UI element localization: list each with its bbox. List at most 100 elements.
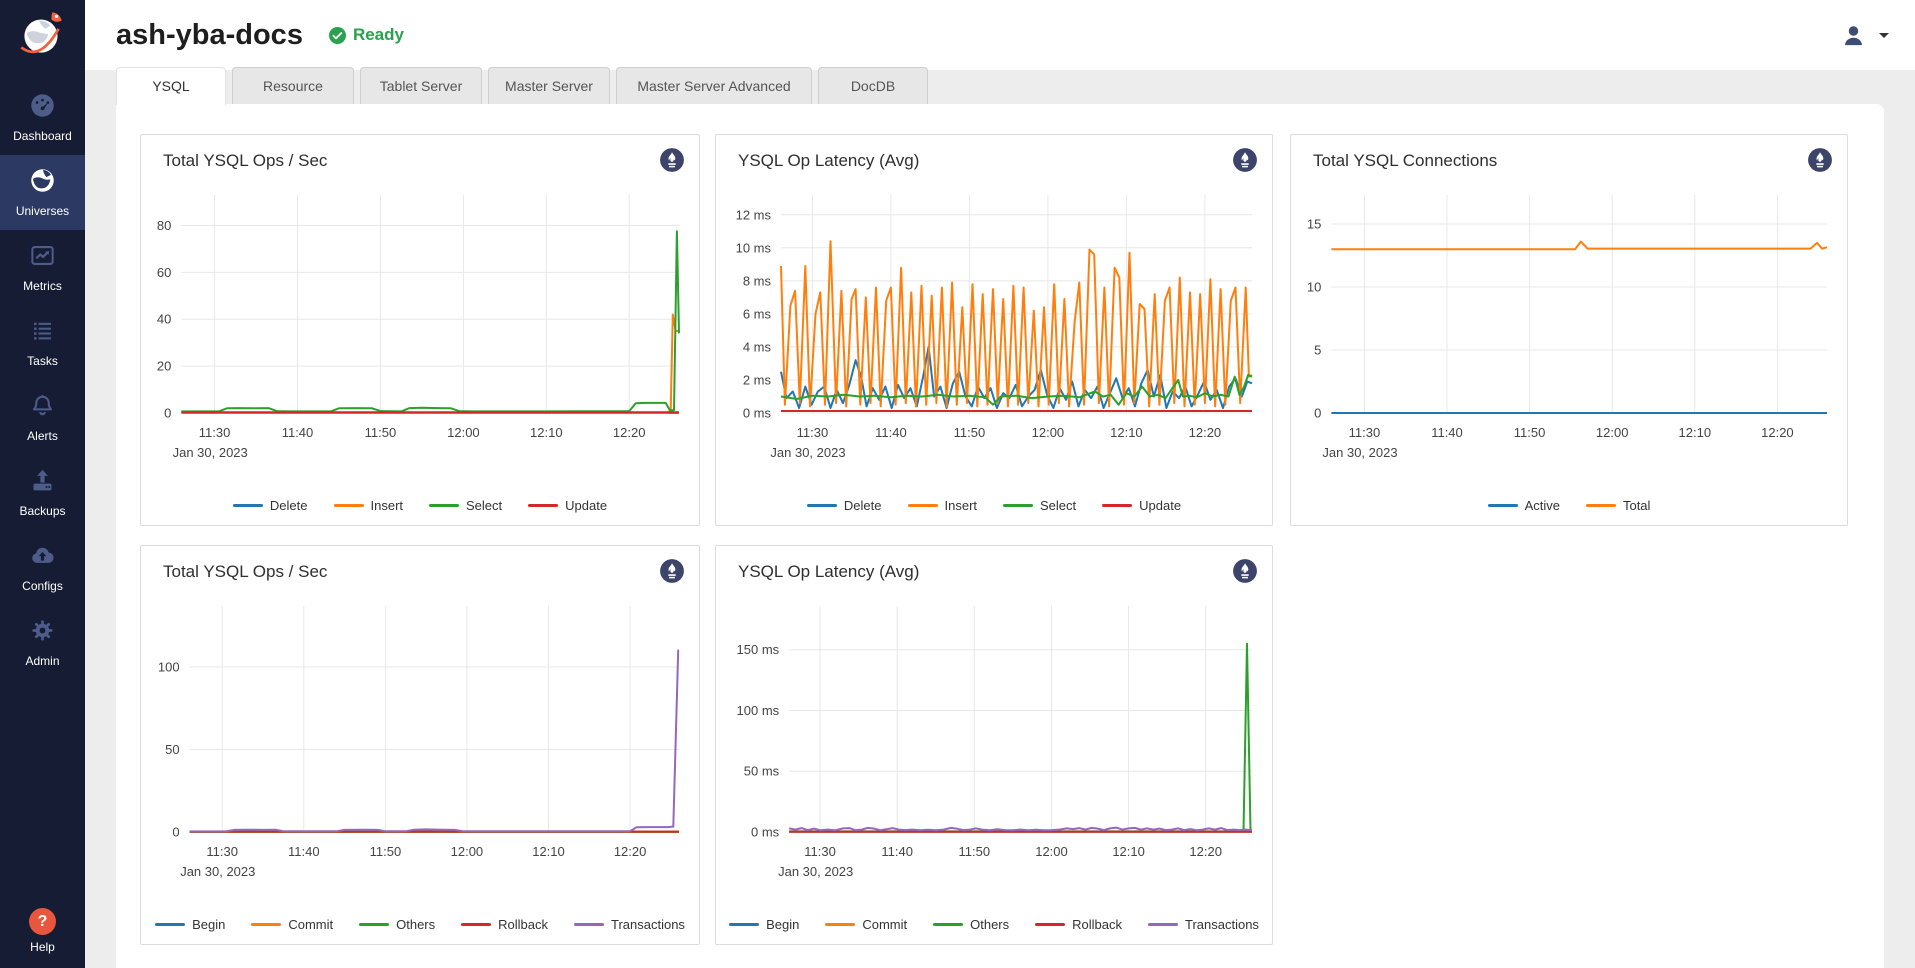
legend-swatch bbox=[429, 504, 459, 507]
svg-text:150 ms: 150 ms bbox=[737, 642, 780, 657]
tab-ysql[interactable]: YSQL bbox=[116, 67, 226, 105]
sidebar-item-backups[interactable]: Backups bbox=[0, 455, 85, 530]
legend-item[interactable]: Insert bbox=[908, 498, 978, 513]
tab-master-server[interactable]: Master Server bbox=[488, 67, 610, 104]
legend-item[interactable]: Begin bbox=[729, 917, 799, 932]
svg-text:12:00: 12:00 bbox=[447, 425, 480, 440]
svg-text:100 ms: 100 ms bbox=[737, 703, 780, 718]
legend-item[interactable]: Delete bbox=[807, 498, 882, 513]
tab-master-server-advanced[interactable]: Master Server Advanced bbox=[616, 67, 812, 104]
svg-text:11:50: 11:50 bbox=[959, 844, 991, 859]
sidebar-item-configs[interactable]: Configs bbox=[0, 530, 85, 605]
svg-text:12:20: 12:20 bbox=[614, 844, 647, 859]
svg-text:12:20: 12:20 bbox=[1761, 425, 1794, 440]
svg-text:12:10: 12:10 bbox=[1112, 844, 1145, 859]
help-question-icon: ? bbox=[29, 908, 56, 935]
sidebar-item-tasks[interactable]: Tasks bbox=[0, 305, 85, 380]
svg-text:12:00: 12:00 bbox=[451, 844, 484, 859]
tab-docdb[interactable]: DocDB bbox=[818, 67, 928, 104]
legend-swatch bbox=[933, 923, 963, 926]
svg-text:20: 20 bbox=[157, 359, 171, 374]
svg-text:11:30: 11:30 bbox=[1349, 425, 1381, 440]
svg-text:Jan 30, 2023: Jan 30, 2023 bbox=[173, 445, 248, 460]
sidebar-item-admin[interactable]: Admin bbox=[0, 605, 85, 680]
legend-item[interactable]: Transactions bbox=[1148, 917, 1259, 932]
sidebar-nav: Dashboard Universes Metrics bbox=[0, 80, 85, 680]
legend-item[interactable]: Insert bbox=[334, 498, 404, 513]
legend-item[interactable]: Update bbox=[528, 498, 607, 513]
user-icon bbox=[1840, 22, 1867, 49]
chart-title: Total YSQL Ops / Sec bbox=[163, 151, 327, 171]
header: ash-yba-docs Ready bbox=[85, 0, 1915, 70]
dashboard-gauge-icon bbox=[29, 92, 56, 124]
chart-canvas[interactable]: 11:3011:4011:5012:0012:1012:20020406080J… bbox=[141, 135, 699, 525]
legend-item[interactable]: Update bbox=[1102, 498, 1181, 513]
status-badge: Ready bbox=[329, 25, 404, 45]
svg-text:15: 15 bbox=[1307, 217, 1321, 232]
svg-text:12 ms: 12 ms bbox=[736, 207, 772, 222]
chart-card: YSQL Op Latency (Avg) 11:3011:4011:5012:… bbox=[715, 545, 1273, 945]
svg-text:80: 80 bbox=[157, 218, 171, 233]
status-label: Ready bbox=[353, 25, 404, 45]
sidebar-item-label: Alerts bbox=[27, 429, 58, 443]
legend-item[interactable]: Commit bbox=[825, 917, 907, 932]
legend-swatch bbox=[155, 923, 185, 926]
legend-item[interactable]: Total bbox=[1586, 498, 1650, 513]
svg-text:Jan 30, 2023: Jan 30, 2023 bbox=[180, 864, 255, 879]
sidebar-item-metrics[interactable]: Metrics bbox=[0, 230, 85, 305]
svg-text:2 ms: 2 ms bbox=[743, 373, 772, 388]
svg-text:4 ms: 4 ms bbox=[743, 339, 772, 354]
legend-swatch bbox=[1586, 504, 1616, 507]
prometheus-icon[interactable] bbox=[1807, 147, 1833, 173]
configs-cloud-icon bbox=[29, 542, 56, 574]
chart-canvas[interactable]: 11:3011:4011:5012:0012:1012:20051015Jan … bbox=[1291, 135, 1847, 525]
svg-text:0 ms: 0 ms bbox=[743, 406, 772, 421]
legend-item[interactable]: Others bbox=[933, 917, 1009, 932]
legend-item[interactable]: Select bbox=[1003, 498, 1076, 513]
tab-tablet-server[interactable]: Tablet Server bbox=[360, 67, 482, 104]
legend-item[interactable]: Delete bbox=[233, 498, 308, 513]
svg-text:0 ms: 0 ms bbox=[751, 825, 780, 840]
svg-text:50: 50 bbox=[165, 742, 179, 757]
sidebar-item-dashboard[interactable]: Dashboard bbox=[0, 80, 85, 155]
svg-text:12:00: 12:00 bbox=[1035, 844, 1068, 859]
sidebar-item-alerts[interactable]: Alerts bbox=[0, 380, 85, 455]
prometheus-icon[interactable] bbox=[659, 147, 685, 173]
svg-text:5: 5 bbox=[1314, 343, 1321, 358]
legend-item[interactable]: Transactions bbox=[574, 917, 685, 932]
legend-swatch bbox=[528, 504, 558, 507]
legend-item[interactable]: Select bbox=[429, 498, 502, 513]
tab-content-panel: Total YSQL Ops / Sec 11:3011:4011:5012:0… bbox=[116, 104, 1884, 968]
svg-text:100: 100 bbox=[158, 660, 180, 675]
prometheus-icon[interactable] bbox=[1232, 558, 1258, 584]
svg-text:Jan 30, 2023: Jan 30, 2023 bbox=[770, 445, 845, 460]
chart-canvas[interactable]: 11:3011:4011:5012:0012:1012:200 ms50 ms1… bbox=[716, 546, 1272, 944]
prometheus-icon[interactable] bbox=[1232, 147, 1258, 173]
prometheus-icon[interactable] bbox=[659, 558, 685, 584]
svg-text:Jan 30, 2023: Jan 30, 2023 bbox=[1322, 445, 1397, 460]
legend-item[interactable]: Active bbox=[1488, 498, 1560, 513]
sidebar-item-universes[interactable]: Universes bbox=[0, 155, 85, 230]
chart-canvas[interactable]: 11:3011:4011:5012:0012:1012:20050100Jan … bbox=[141, 546, 699, 944]
legend-item[interactable]: Begin bbox=[155, 917, 225, 932]
legend-item[interactable]: Rollback bbox=[1035, 917, 1122, 932]
legend-item[interactable]: Commit bbox=[251, 917, 333, 932]
user-menu[interactable] bbox=[1840, 0, 1889, 70]
svg-text:12:10: 12:10 bbox=[530, 425, 563, 440]
yugabytedb-logo[interactable] bbox=[13, 6, 71, 64]
universe-globe-icon bbox=[29, 167, 56, 199]
sidebar-item-help[interactable]: ? Help bbox=[0, 908, 85, 954]
legend-item[interactable]: Rollback bbox=[461, 917, 548, 932]
svg-text:11:30: 11:30 bbox=[199, 425, 231, 440]
admin-gear-icon bbox=[29, 617, 56, 649]
legend-item[interactable]: Others bbox=[359, 917, 435, 932]
tab-resource[interactable]: Resource bbox=[232, 67, 354, 104]
chart-title: Total YSQL Connections bbox=[1313, 151, 1497, 171]
svg-text:11:50: 11:50 bbox=[370, 844, 402, 859]
svg-text:12:10: 12:10 bbox=[532, 844, 565, 859]
sidebar-item-label: Metrics bbox=[23, 279, 62, 293]
svg-text:11:30: 11:30 bbox=[804, 844, 836, 859]
metrics-tab-bar: YSQL Resource Tablet Server Master Serve… bbox=[116, 67, 928, 105]
chart-card: Total YSQL Connections 11:3011:4011:5012… bbox=[1290, 134, 1848, 526]
chart-canvas[interactable]: 11:3011:4011:5012:0012:1012:200 ms2 ms4 … bbox=[716, 135, 1272, 525]
